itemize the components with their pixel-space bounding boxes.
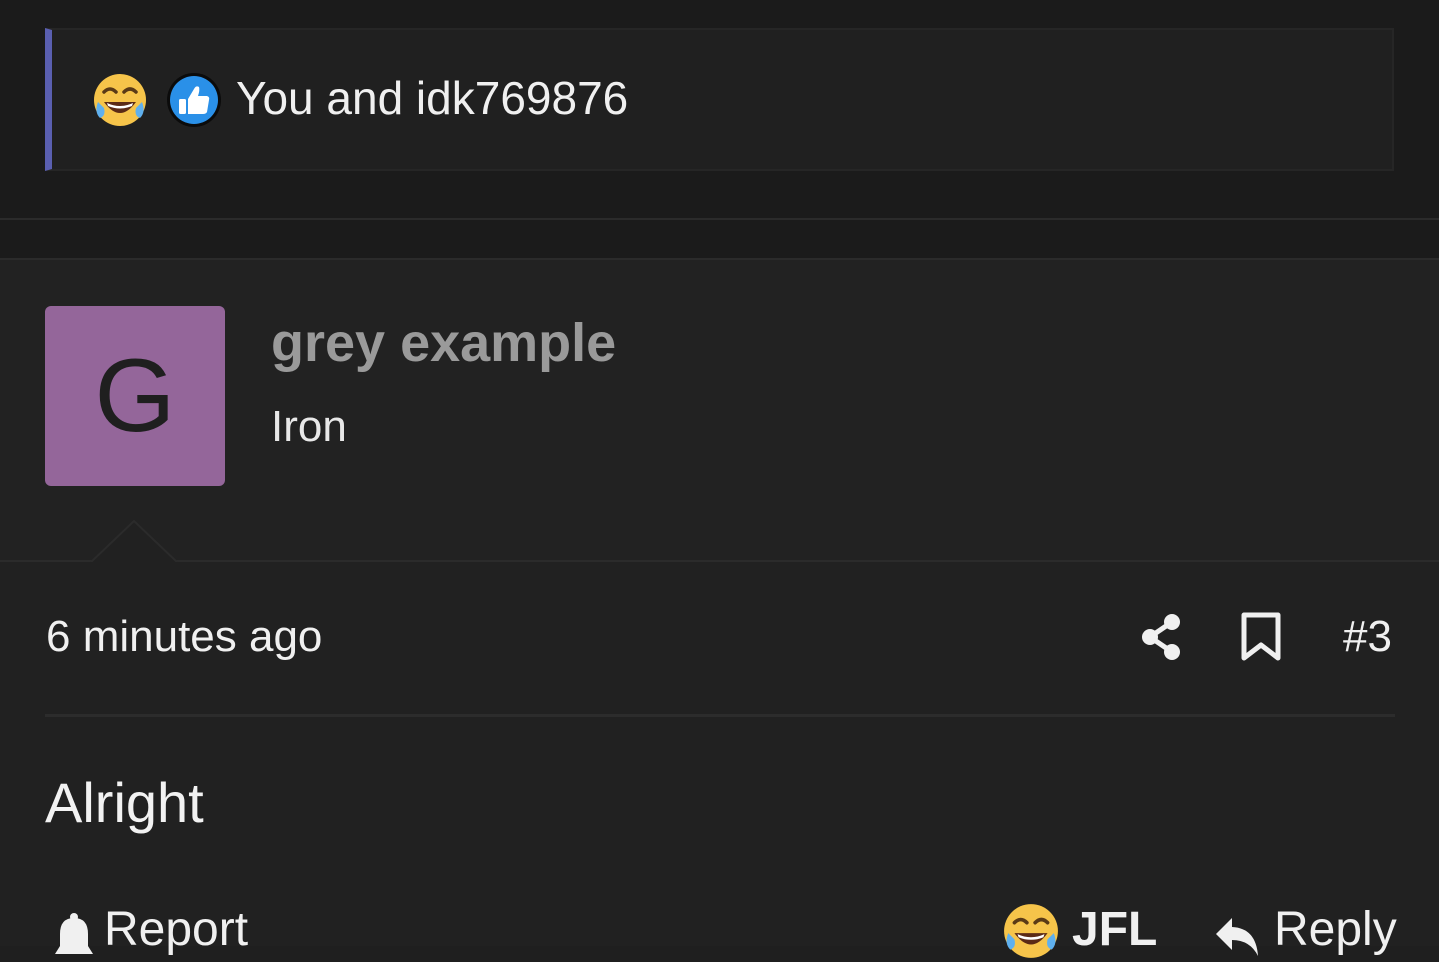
bell-icon	[55, 913, 93, 954]
reply-label: Reply	[1274, 903, 1397, 956]
reactions-text[interactable]: You and idk769876	[236, 70, 628, 126]
username[interactable]: grey example	[271, 312, 616, 374]
report-button[interactable]: Report	[52, 902, 248, 962]
laughing-tears-icon	[94, 74, 146, 126]
user-title: Iron	[271, 402, 347, 451]
post-separator	[0, 220, 1439, 258]
post-timestamp[interactable]: 6 minutes ago	[46, 612, 322, 662]
thumbs-up-icon	[167, 73, 221, 127]
divider	[45, 714, 1395, 717]
bookmark-icon[interactable]	[1240, 612, 1282, 662]
avatar[interactable]: G	[45, 306, 225, 486]
react-label: JFL	[1072, 903, 1158, 956]
reply-button[interactable]: Reply	[1214, 902, 1397, 962]
user-header-arrow	[90, 520, 179, 564]
post-content: Alright	[45, 771, 204, 834]
reply-icon	[1216, 918, 1258, 956]
share-icon[interactable]	[1138, 612, 1184, 662]
avatar-letter: G	[94, 338, 176, 454]
react-button[interactable]: JFL	[1002, 902, 1157, 962]
report-label: Report	[104, 903, 249, 956]
laughing-tears-icon	[1004, 904, 1058, 958]
post-number[interactable]: #3	[1343, 612, 1392, 662]
